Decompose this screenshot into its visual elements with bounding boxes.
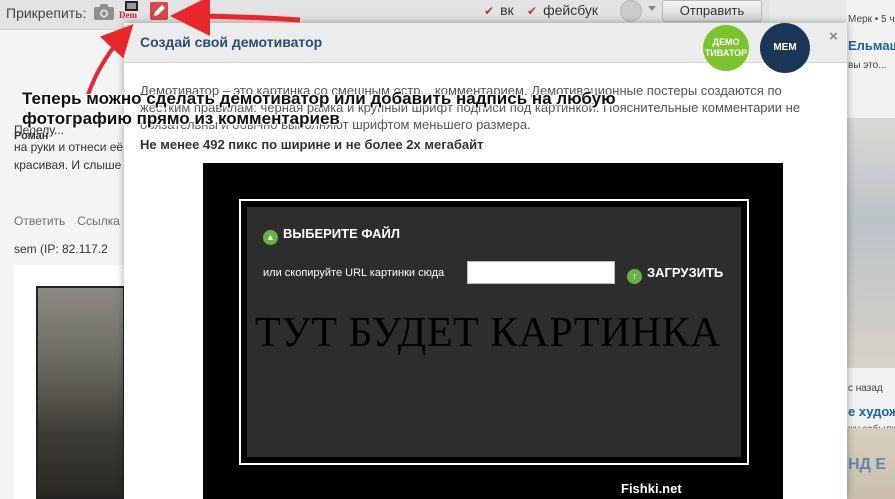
demotivator-icon-label: Dem — [119, 10, 137, 20]
sidebar-meta: Мерк • 5 часов назад — [848, 14, 895, 25]
chevron-down-icon[interactable] — [648, 6, 656, 11]
annotation-caption: Теперь можно сделать демотиватор или доб… — [22, 89, 616, 128]
check-icon: ✔ — [527, 4, 538, 18]
demotivator-mode-button[interactable]: ДЕМО ТИВАТОР — [703, 25, 749, 71]
demotivator-preview: ▲ ВЫБЕРИТЕ ФАЙЛ или скопируйте URL картин… — [203, 163, 783, 499]
choose-file-label: ВЫБЕРИТЕ ФАЙЛ — [283, 226, 400, 241]
pencil-icon[interactable] — [150, 2, 168, 20]
sidebar-meta: вы это... — [848, 60, 887, 71]
site-watermark: Fishki.net — [617, 481, 686, 496]
permalink-link[interactable]: Ссылка — [77, 214, 119, 228]
image-icon: ▲ — [263, 230, 278, 245]
url-input[interactable] — [467, 261, 615, 284]
send-button[interactable]: Отправить — [662, 0, 762, 22]
comment-photo[interactable] — [36, 286, 125, 499]
attach-label: Прикрепить: — [6, 5, 87, 21]
file-requirements: Не менее 492 пикс по ширине и не более 2… — [140, 137, 484, 152]
choose-file-button[interactable]: ▲ ВЫБЕРИТЕ ФАЙЛ — [263, 226, 400, 245]
upload-icon: ↑ — [627, 269, 642, 284]
comment-author-ip[interactable]: sem (IP: 82.117.2 — [14, 242, 125, 256]
check-icon: ✔ — [484, 4, 495, 18]
preview-frame: ▲ ВЫБЕРИТЕ ФАЙЛ или скопируйте URL картин… — [239, 199, 749, 465]
comment-text-line: красивая. И слыше — [14, 158, 122, 172]
share-vk[interactable]: ✔ вк — [484, 2, 514, 18]
close-icon[interactable]: × — [829, 28, 838, 45]
sidebar-image[interactable] — [846, 118, 895, 368]
meme-mode-button[interactable]: МЕМ — [760, 23, 810, 73]
url-label: или скопируйте URL картинки сюда — [263, 267, 445, 279]
sidebar-meta: с назад — [848, 383, 883, 394]
sidebar-link[interactable]: е худож — [848, 404, 895, 419]
comment-actions: Ответить Ссылка — [14, 214, 132, 228]
upload-button[interactable]: ↑ ЗАГРУЗИТЬ — [627, 265, 723, 284]
reply-link[interactable]: Ответить — [14, 214, 65, 228]
image-placeholder: ТУТ БУДЕТ КАРТИНКА — [255, 310, 722, 356]
upload-label: ЗАГРУЗИТЬ — [647, 265, 724, 280]
sidebar-image-caption: НД Е — [848, 456, 887, 473]
sidebar-link[interactable]: Ельмаш — [848, 38, 895, 53]
comment-text-line: на руки и отнеси её — [14, 140, 124, 154]
upload-area: ▲ ВЫБЕРИТЕ ФАЙЛ или скопируйте URL картин… — [247, 207, 741, 457]
smiley-icon[interactable] — [620, 0, 642, 22]
demotivator-mode-label-1: ДЕМО — [712, 37, 740, 47]
dialog-title: Создай свой демотиватор — [140, 34, 323, 50]
demotivator-mode-label-2: ТИВАТОР — [704, 48, 748, 58]
right-sidebar: Мерк • 5 часов назад Ельмаш вы это... с … — [846, 0, 895, 499]
camera-icon[interactable] — [93, 3, 115, 21]
demotivator-icon[interactable]: Dem — [119, 1, 143, 23]
share-facebook[interactable]: ✔ фейсбук — [527, 2, 598, 18]
